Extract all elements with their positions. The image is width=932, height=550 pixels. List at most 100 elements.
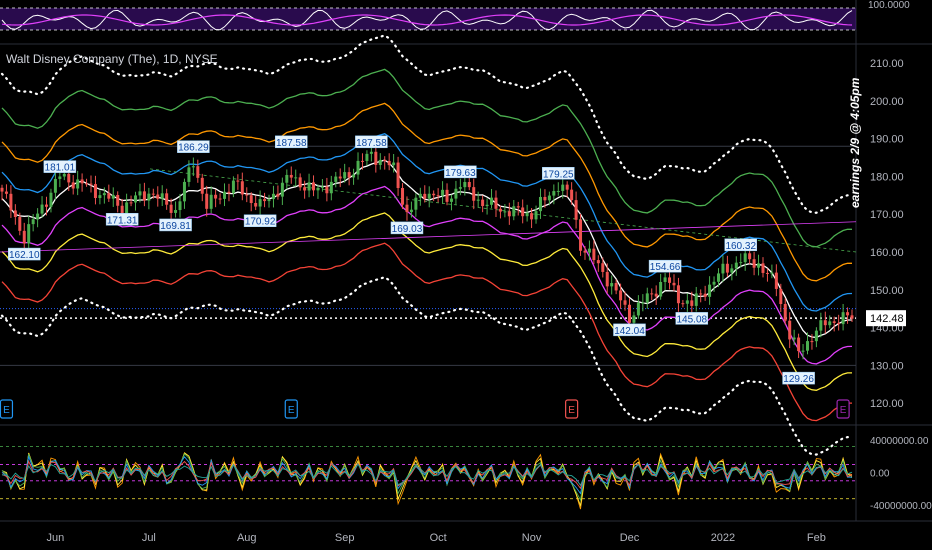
candle-body [623, 300, 627, 305]
candle-body [725, 263, 729, 273]
candle-body [218, 198, 222, 200]
candle-body [378, 159, 382, 165]
candle-body [490, 197, 494, 205]
candle-body [387, 160, 391, 166]
candle-body [356, 160, 360, 175]
candle-body [76, 179, 80, 189]
candle-body [743, 253, 747, 263]
candle-body [641, 302, 645, 304]
price-tick: 160.00 [870, 247, 904, 259]
time-tick: Dec [620, 532, 640, 544]
candle-body [22, 230, 26, 244]
candle-body [18, 217, 22, 231]
candle-body [454, 188, 458, 199]
candle-body [579, 219, 583, 251]
candle-body [58, 176, 62, 179]
candle-body [249, 195, 253, 204]
candle-body [605, 271, 609, 287]
price-label: 171.31 [107, 215, 138, 226]
candle-body [67, 173, 71, 183]
candle-body [138, 191, 142, 196]
candle-body [405, 204, 409, 213]
candle-body [258, 199, 262, 207]
candle-body [223, 191, 227, 199]
candle-body [512, 206, 516, 217]
candle-body [191, 166, 195, 168]
time-tick: Jun [47, 532, 65, 544]
candle-body [267, 199, 271, 202]
candle-body [650, 293, 654, 295]
candle-body [93, 184, 97, 199]
candle-body [846, 312, 850, 316]
osc-tick: 40000000.00 [870, 436, 929, 447]
candle-body [236, 180, 240, 182]
osc-line [1, 452, 853, 508]
price-label: 181.01 [45, 163, 76, 174]
candle-body [13, 210, 17, 218]
price-label: 145.08 [676, 314, 707, 325]
candle-body [814, 330, 818, 342]
candle-body [441, 189, 445, 196]
price-label: 162.10 [9, 250, 40, 261]
candle-body [289, 174, 293, 178]
candle-body [748, 253, 752, 260]
candle-body [547, 195, 551, 201]
price-tick: 150.00 [870, 285, 904, 297]
candle-body [850, 315, 854, 319]
candle-body [699, 293, 703, 295]
candle-body [472, 187, 476, 201]
candle-body [685, 300, 689, 304]
candle-body [792, 337, 796, 340]
candle-body [418, 193, 422, 198]
candle-body [334, 176, 338, 182]
candle-body [320, 186, 324, 188]
candle-body [116, 194, 120, 206]
candle-body [498, 208, 502, 212]
band-upper-2 [1, 102, 852, 282]
price-label: 170.92 [245, 217, 276, 228]
price-tick: 170.00 [870, 209, 904, 221]
candle-body [645, 293, 649, 303]
candle-body [552, 191, 556, 196]
candle-body [676, 285, 680, 304]
candle-body [338, 176, 342, 179]
candle-body [343, 172, 347, 179]
candle-body [561, 184, 565, 191]
price-tick: 190.00 [870, 134, 904, 146]
price-label: 186.29 [178, 143, 209, 154]
candle-body [134, 195, 138, 203]
candle-body [681, 303, 685, 305]
candle-body [120, 205, 124, 214]
candle-body [85, 183, 89, 185]
candle-body [632, 315, 636, 323]
candle-body [752, 259, 756, 268]
last-price-value: 142.48 [870, 313, 904, 325]
candle-body [107, 193, 111, 199]
candle-body [436, 195, 440, 197]
candle-body [543, 196, 547, 201]
candle-body [690, 300, 694, 306]
candle-body [610, 283, 614, 287]
candle-body [823, 320, 827, 326]
price-tick: 120.00 [870, 398, 904, 410]
candle-body [530, 213, 534, 220]
candle-body [401, 188, 405, 205]
candle-body [770, 272, 774, 274]
candle-body [819, 320, 823, 331]
candle-body [765, 272, 769, 274]
candle-body [841, 312, 845, 325]
price-tick: 200.00 [870, 96, 904, 108]
candle-body [396, 162, 400, 189]
candle-body [271, 193, 275, 200]
time-tick: Sep [335, 532, 355, 544]
candle-body [414, 197, 418, 210]
candle-body [565, 184, 569, 190]
volume-oscillator-panel [0, 446, 856, 510]
candle-body [307, 182, 311, 191]
candle-body [294, 177, 298, 179]
candle-body [708, 284, 712, 297]
candle-body [739, 262, 743, 264]
price-chart[interactable]: 162.10 181.01 171.31 169.81 186.29 187.58 170.… [0, 0, 932, 550]
candle-body [467, 182, 471, 188]
candle-body [285, 174, 289, 183]
